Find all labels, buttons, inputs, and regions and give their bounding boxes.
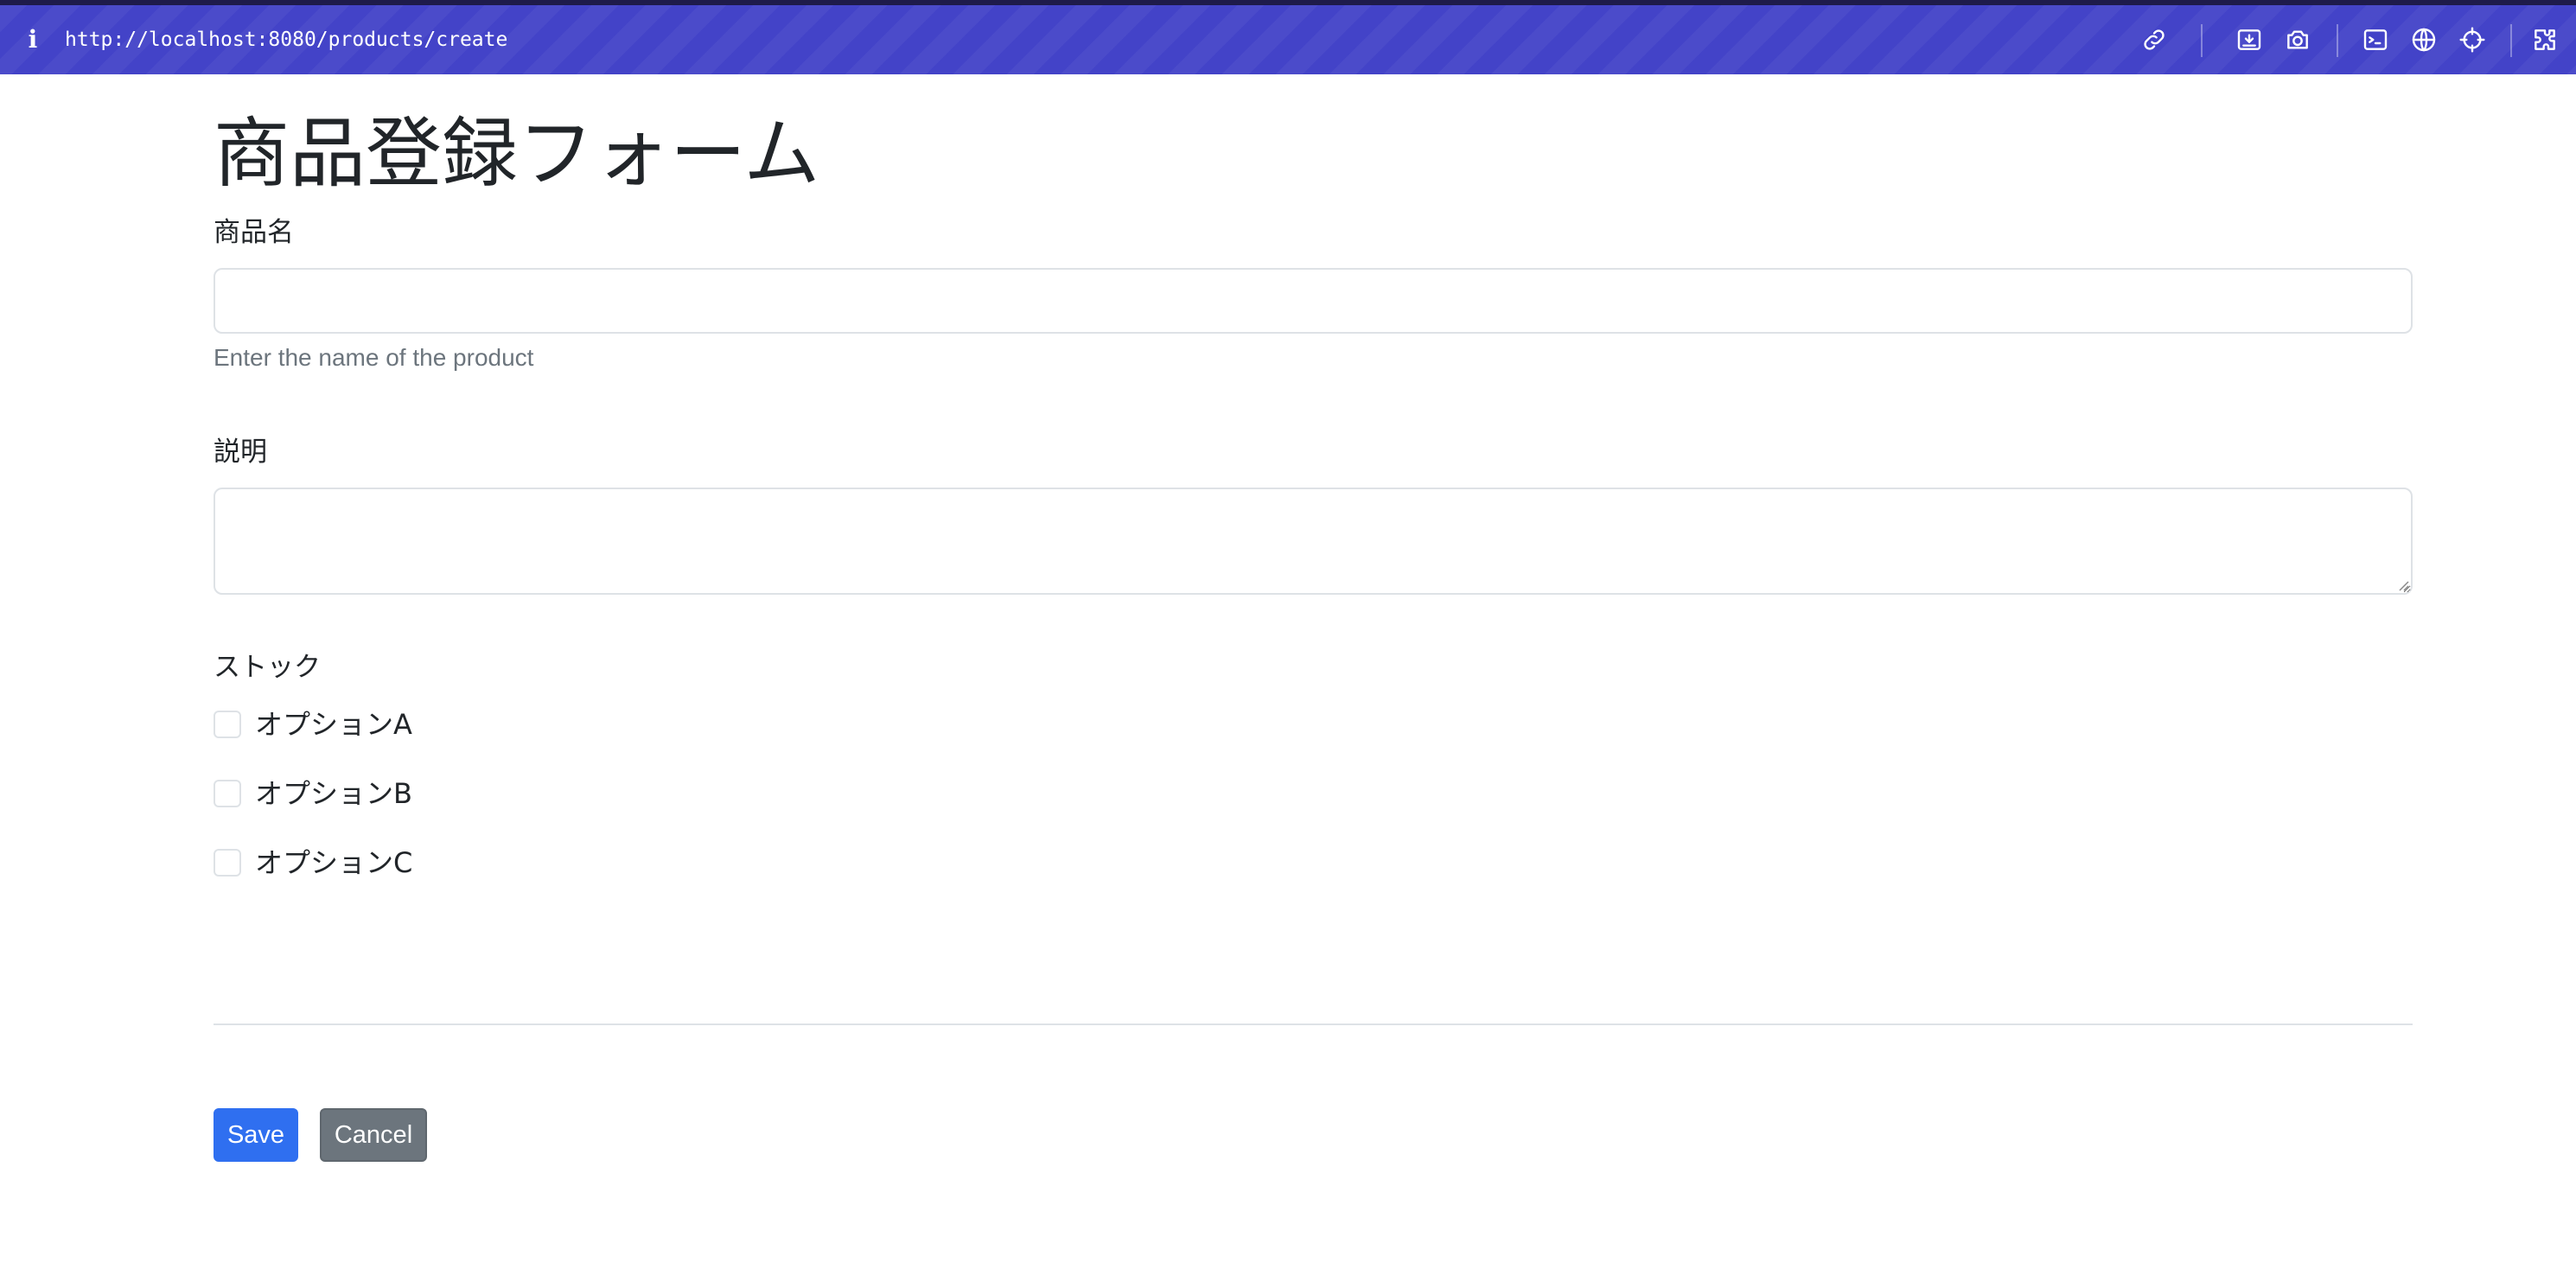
description-field — [214, 488, 2413, 595]
globe-icon[interactable] — [2408, 24, 2439, 55]
crosshair-icon[interactable] — [2457, 24, 2488, 55]
option-b-checkbox[interactable] — [214, 780, 241, 807]
toolbar-separator — [2510, 24, 2512, 57]
resize-grip-icon[interactable] — [2395, 577, 2409, 591]
terminal-icon[interactable] — [2360, 24, 2391, 55]
url-text[interactable]: http://localhost:8080/products/create — [65, 26, 507, 54]
option-c-checkbox[interactable] — [214, 849, 241, 877]
product-name-help: Enter the name of the product — [214, 344, 534, 371]
option-a-label[interactable]: オプションA — [255, 707, 412, 742]
option-c-row[interactable]: オプションC — [214, 845, 412, 880]
option-c-label[interactable]: オプションC — [255, 845, 412, 880]
cancel-button[interactable]: Cancel — [320, 1108, 427, 1162]
option-a-checkbox[interactable] — [214, 711, 241, 738]
toolbar-separator — [2201, 24, 2203, 57]
description-label: 説明 — [214, 437, 267, 468]
product-name-input[interactable] — [214, 268, 2413, 334]
option-b-row[interactable]: オプションB — [214, 776, 412, 811]
screenshot-area-icon[interactable] — [2234, 24, 2265, 55]
page-title: 商品登録フォーム — [214, 109, 820, 198]
option-b-label[interactable]: オプションB — [255, 776, 412, 811]
option-a-row[interactable]: オプションA — [214, 707, 412, 742]
browser-address-bar: i http://localhost:8080/products/create — [0, 5, 2576, 74]
form-divider — [214, 1023, 2413, 1025]
product-name-label: 商品名 — [214, 217, 294, 248]
info-icon[interactable]: i — [24, 24, 41, 55]
save-button[interactable]: Save — [214, 1108, 298, 1162]
description-textarea[interactable] — [214, 488, 2413, 595]
extension-icon[interactable] — [2529, 24, 2560, 55]
link-icon[interactable] — [2139, 24, 2170, 55]
camera-icon[interactable] — [2282, 24, 2313, 55]
stock-label: ストック — [214, 652, 321, 683]
toolbar-separator — [2337, 24, 2338, 57]
